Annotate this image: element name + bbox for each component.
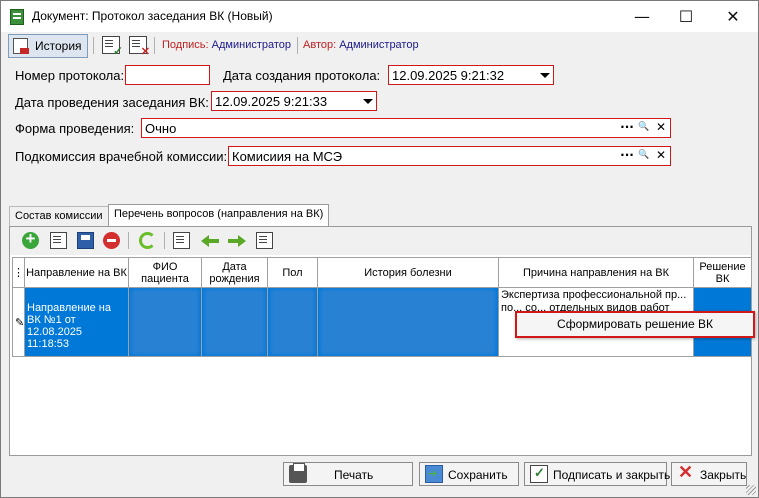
questions-grid: ⋮ Направление на ВК ФИО пациента Дата ро…: [12, 257, 752, 357]
referral-cell[interactable]: Направление на ВК №1 от 12.08.2025 11:18…: [24, 287, 129, 357]
window-title: Документ: Протокол заседания ВК (Новый): [32, 9, 273, 23]
toolbar: История Подпись: Администратор Автор: Ад…: [1, 32, 758, 59]
toolbar-separator: [154, 37, 155, 54]
search-icon[interactable]: 🔍: [636, 120, 652, 136]
sex-cell[interactable]: [267, 287, 318, 357]
toolbar-separator: [128, 232, 129, 249]
edit-icon[interactable]: [50, 232, 67, 249]
document-icon[interactable]: [256, 232, 273, 249]
history-icon: [13, 38, 29, 54]
more-icon[interactable]: ···: [619, 148, 635, 164]
more-icon[interactable]: ···: [619, 120, 635, 136]
column-header[interactable]: Направление на ВК: [24, 257, 129, 288]
maximize-button[interactable]: ☐: [663, 1, 709, 32]
subcommission-value: Комисиия на МСЭ: [232, 149, 343, 164]
column-header[interactable]: Пол: [267, 257, 318, 288]
save-label: Сохранить: [448, 468, 508, 482]
signature-info: Подпись: Администратор: [162, 39, 291, 51]
protocol-number-field[interactable]: [125, 65, 210, 85]
sign-document-icon[interactable]: [102, 36, 123, 58]
unsign-document-icon[interactable]: [129, 36, 150, 58]
history-cell[interactable]: [317, 287, 499, 357]
close-button[interactable]: Закрыть: [671, 462, 747, 486]
context-menu-generate-decision[interactable]: Сформировать решение ВК: [515, 311, 755, 338]
author-label: Автор:: [303, 39, 337, 51]
clear-icon[interactable]: ✕: [653, 120, 669, 136]
add-icon[interactable]: [22, 229, 39, 249]
column-selector[interactable]: ⋮: [12, 257, 25, 288]
tab-commission[interactable]: Состав комиссии: [9, 206, 109, 226]
refresh-icon[interactable]: [139, 232, 156, 249]
save-icon[interactable]: [77, 232, 94, 249]
column-header[interactable]: ФИО пациента: [128, 257, 202, 288]
toolbar-separator: [164, 232, 165, 249]
meeting-date-field[interactable]: 12.09.2025 9:21:33: [211, 91, 377, 111]
patient-cell[interactable]: [128, 287, 202, 357]
form-type-field[interactable]: Очно ··· 🔍 ✕: [141, 118, 671, 138]
toolbar-separator: [297, 37, 298, 54]
created-date-label: Дата создания протокола:: [223, 68, 381, 83]
column-header[interactable]: Решение ВК: [693, 257, 752, 288]
chevron-down-icon[interactable]: [360, 93, 375, 109]
document-icon[interactable]: [173, 232, 190, 249]
arrow-right-icon[interactable]: [226, 232, 246, 249]
search-icon[interactable]: 🔍: [636, 148, 652, 164]
author-value: Администратор: [339, 39, 419, 51]
delete-icon[interactable]: [103, 232, 120, 249]
subcommission-label: Подкомиссия врачебной комиссии:: [15, 149, 228, 164]
clear-icon[interactable]: ✕: [653, 148, 669, 164]
signature-value: Администратор: [211, 39, 292, 51]
column-header[interactable]: Причина направления на ВК: [498, 257, 694, 288]
minimize-button[interactable]: —: [619, 1, 665, 32]
redacted-patient-name: [131, 289, 199, 355]
column-header[interactable]: История болезни: [317, 257, 499, 288]
questions-panel: ⋮ Направление на ВК ФИО пациента Дата ро…: [9, 226, 752, 456]
chevron-down-icon[interactable]: [537, 67, 552, 83]
history-button[interactable]: История: [8, 34, 88, 58]
birthdate-cell[interactable]: [201, 287, 268, 357]
protocol-number-label: Номер протокола:: [15, 68, 125, 83]
print-button[interactable]: Печать: [283, 462, 413, 486]
form-type-label: Форма проведения:: [15, 121, 135, 136]
redacted-history: [320, 289, 496, 355]
created-date-value: 12.09.2025 9:21:32: [392, 68, 505, 83]
redacted-sex: [270, 289, 315, 355]
sign-close-label: Подписать и закрыть: [553, 468, 671, 482]
app-icon: [10, 9, 24, 25]
subcommission-field[interactable]: Комисиия на МСЭ ··· 🔍 ✕: [228, 146, 671, 166]
arrow-left-icon[interactable]: [201, 232, 221, 249]
tab-questions[interactable]: Перечень вопросов (направления на ВК): [108, 204, 330, 226]
row-indicator-icon: ✎: [12, 287, 25, 357]
resize-grip-icon[interactable]: [746, 485, 756, 495]
signature-label: Подпись:: [162, 39, 209, 51]
toolbar-separator: [93, 37, 94, 54]
close-label: Закрыть: [700, 468, 747, 482]
history-label: История: [35, 39, 82, 53]
grid-toolbar: [10, 227, 751, 255]
author-info: Автор: Администратор: [303, 39, 419, 51]
sign-close-button[interactable]: Подписать и закрыть: [524, 462, 671, 486]
form-type-value: Очно: [145, 121, 177, 136]
meeting-date-label: Дата проведения заседания ВК:: [15, 95, 209, 110]
sign-icon: [530, 465, 548, 483]
title-bar: Документ: Протокол заседания ВК (Новый) …: [1, 1, 758, 32]
close-icon: [677, 462, 695, 483]
save-icon: [425, 465, 443, 483]
printer-icon: [289, 463, 307, 483]
created-date-field[interactable]: 12.09.2025 9:21:32: [388, 65, 554, 85]
close-window-button[interactable]: ✕: [710, 1, 756, 32]
print-label: Печать: [334, 468, 374, 482]
meeting-date-value: 12.09.2025 9:21:33: [215, 94, 328, 109]
redacted-birth-date: [204, 289, 265, 355]
document-window: Документ: Протокол заседания ВК (Новый) …: [0, 0, 759, 498]
save-button[interactable]: Сохранить: [419, 462, 519, 486]
column-header[interactable]: Дата рождения: [201, 257, 268, 288]
